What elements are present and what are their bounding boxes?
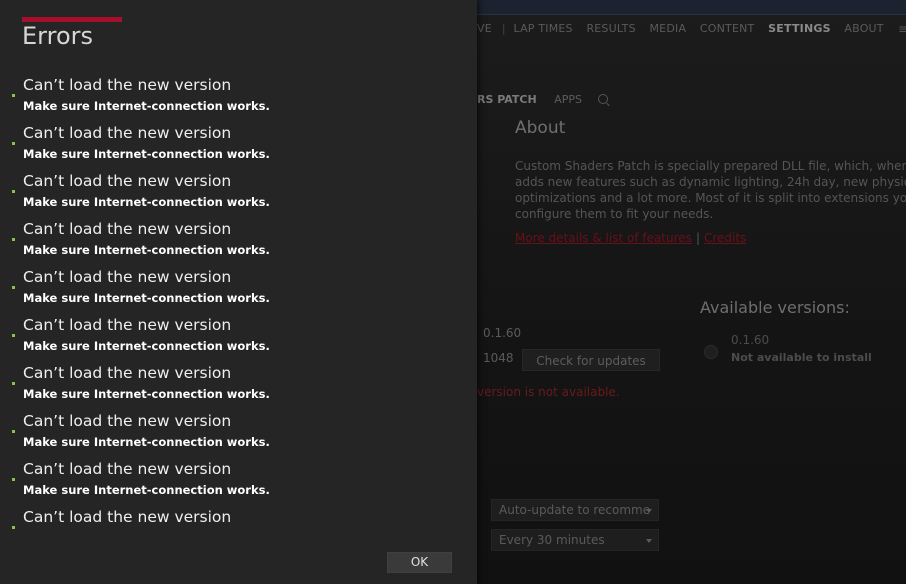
bullet-icon: [12, 142, 15, 145]
bullet-icon: [12, 334, 15, 337]
error-item: Can’t load the new version Make sure Inte…: [0, 75, 477, 123]
about-line: adds new features such as dynamic lighti…: [515, 175, 906, 189]
error-description: Make sure Internet-connection works.: [23, 339, 270, 353]
bullet-icon: [12, 286, 15, 289]
main-nav: VE | LAP TIMES RESULTS MEDIA CONTENT SETT…: [477, 22, 894, 38]
auto-update-select[interactable]: Auto-update to recomme: [491, 499, 659, 521]
version-error-text: version is not available.: [477, 385, 620, 399]
error-title: Can’t load the new version: [23, 412, 232, 430]
subnav-item-shaders-patch[interactable]: RS PATCH: [477, 93, 537, 106]
details-link[interactable]: More details & list of features: [515, 231, 692, 245]
about-links: More details & list of features | Credits: [515, 231, 746, 245]
available-version-status: Not available to install: [731, 351, 872, 364]
credits-link[interactable]: Credits: [704, 231, 746, 245]
nav-item-lap-times[interactable]: LAP TIMES: [514, 22, 573, 35]
error-item: Can’t load the new version Make sure Inte…: [0, 219, 477, 267]
error-title: Can’t load the new version: [23, 124, 232, 142]
nav-item-results[interactable]: RESULTS: [586, 22, 635, 35]
available-version-number: 0.1.60: [731, 333, 770, 347]
error-list[interactable]: Can’t load the new version Make sure Inte…: [0, 75, 477, 555]
title-bar: [477, 0, 906, 15]
bullet-icon: [12, 94, 15, 97]
chevron-down-icon: [646, 509, 652, 513]
error-title: Can’t load the new version: [23, 460, 232, 478]
menu-icon[interactable]: ≡: [898, 22, 906, 36]
error-title: Can’t load the new version: [23, 220, 232, 238]
update-interval-value: Every 30 minutes: [499, 533, 605, 547]
error-title: Can’t load the new version: [23, 508, 232, 526]
error-description: Make sure Internet-connection works.: [23, 387, 270, 401]
error-description: Make sure Internet-connection works.: [23, 147, 270, 161]
error-description: Make sure Internet-connection works.: [23, 243, 270, 257]
nav-separator: |: [501, 22, 506, 35]
version-radio[interactable]: [704, 345, 718, 359]
about-heading: About: [515, 118, 566, 138]
error-title: Can’t load the new version: [23, 76, 232, 94]
bullet-icon: [12, 238, 15, 241]
bullet-icon: [12, 190, 15, 193]
error-item: Can’t load the new version Make sure Inte…: [0, 267, 477, 315]
about-description: Custom Shaders Patch is specially prepar…: [515, 158, 906, 222]
error-item: Can’t load the new version Make sure Inte…: [0, 123, 477, 171]
auto-update-value: Auto-update to recomme: [499, 503, 651, 517]
nav-item-content[interactable]: CONTENT: [700, 22, 755, 35]
error-title: Can’t load the new version: [23, 172, 232, 190]
nav-item-media[interactable]: MEDIA: [649, 22, 686, 35]
error-title: Can’t load the new version: [23, 364, 232, 382]
bullet-icon: [12, 382, 15, 385]
nav-item-about[interactable]: ABOUT: [844, 22, 883, 35]
error-item: Can’t load the new version Make sure Inte…: [0, 363, 477, 411]
installed-version: 0.1.60: [483, 326, 522, 340]
bullet-icon: [12, 478, 15, 481]
link-separator: |: [695, 231, 700, 245]
installed-build: 1048: [483, 351, 514, 365]
search-icon[interactable]: [597, 94, 608, 104]
bullet-icon: [12, 430, 15, 433]
error-description: Make sure Internet-connection works.: [23, 483, 270, 497]
error-item: Can’t load the new version Make sure Inte…: [0, 171, 477, 219]
error-description: Make sure Internet-connection works.: [23, 99, 270, 113]
check-for-updates-button[interactable]: Check for updates: [522, 349, 660, 371]
settings-subnav: RS PATCH APPS: [477, 93, 608, 106]
dialog-title: Errors: [22, 22, 94, 50]
error-item: Can’t load the new version Make sure Inte…: [0, 459, 477, 507]
error-item: Can’t load the new version Make sure Inte…: [0, 315, 477, 363]
error-title: Can’t load the new version: [23, 316, 232, 334]
ok-button[interactable]: OK: [387, 552, 452, 573]
about-line: Custom Shaders Patch is specially prepar…: [515, 159, 906, 173]
chevron-down-icon: [646, 539, 652, 543]
about-line: configure them to fit your needs.: [515, 207, 714, 221]
about-line: optimizations and a lot more. Most of it…: [515, 191, 906, 205]
errors-dialog: Errors Can’t load the new version Make su…: [0, 0, 477, 584]
update-interval-select[interactable]: Every 30 minutes: [491, 529, 659, 551]
available-versions-heading: Available versions:: [700, 298, 850, 317]
nav-item-settings[interactable]: SETTINGS: [768, 22, 831, 35]
error-item: Can’t load the new version: [0, 507, 477, 555]
error-description: Make sure Internet-connection works.: [23, 291, 270, 305]
error-title: Can’t load the new version: [23, 268, 232, 286]
error-description: Make sure Internet-connection works.: [23, 435, 270, 449]
subnav-item-apps[interactable]: APPS: [554, 93, 582, 106]
error-item: Can’t load the new version Make sure Inte…: [0, 411, 477, 459]
error-description: Make sure Internet-connection works.: [23, 195, 270, 209]
nav-item-drive[interactable]: VE: [477, 22, 492, 35]
bullet-icon: [12, 526, 15, 529]
